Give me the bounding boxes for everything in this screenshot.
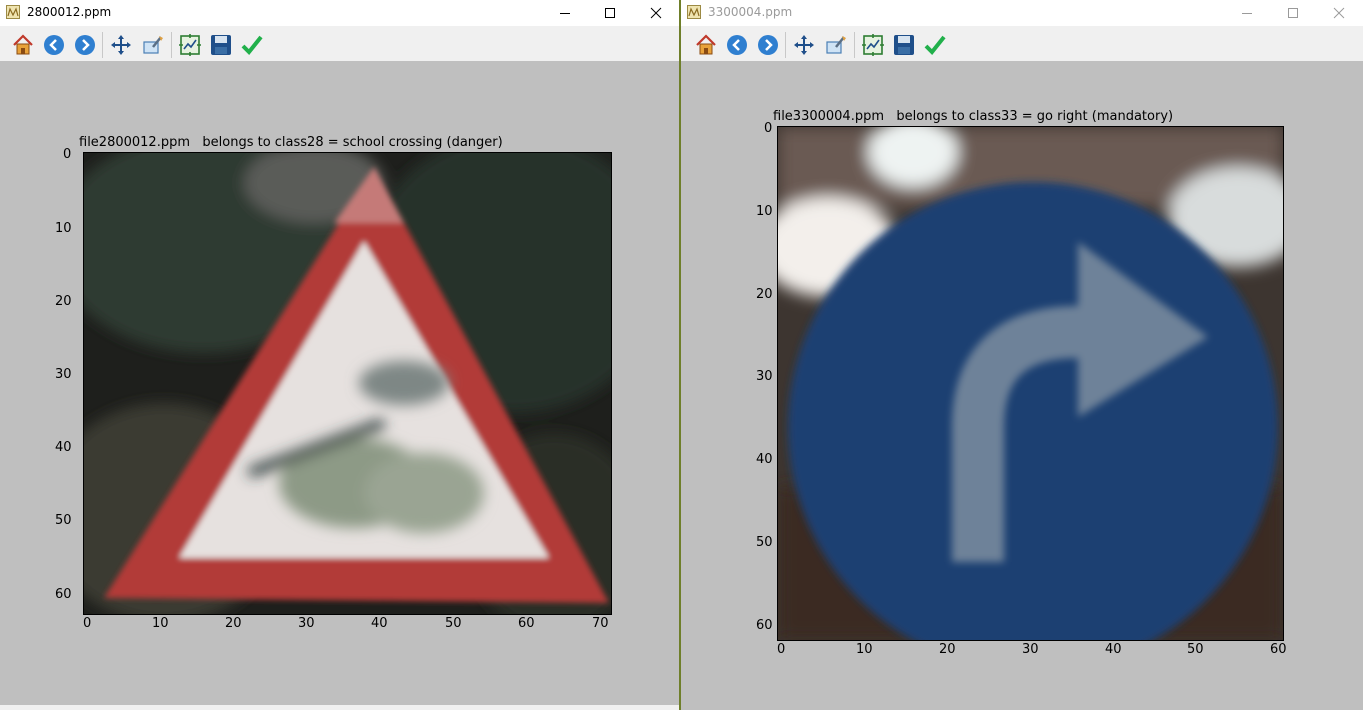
save-icon xyxy=(894,35,914,55)
maximize-button[interactable] xyxy=(587,0,633,26)
minimize-button[interactable] xyxy=(1224,0,1270,26)
close-icon xyxy=(1333,7,1345,19)
toolbar-separator xyxy=(171,32,172,58)
maximize-icon xyxy=(605,8,615,18)
x-tick-label: 60 xyxy=(1270,642,1287,657)
y-tick-label: 20 xyxy=(55,294,72,309)
plot-title: file2800012.ppm belongs to class28 = sch… xyxy=(79,135,503,150)
close-icon xyxy=(650,7,662,19)
x-tick-label: 20 xyxy=(225,616,242,631)
zoom-button[interactable] xyxy=(824,33,848,57)
x-tick-label: 0 xyxy=(83,616,92,631)
close-button[interactable] xyxy=(633,0,679,26)
image-axes[interactable] xyxy=(777,126,1284,641)
zoom-icon xyxy=(826,36,846,54)
x-tick-label: 60 xyxy=(518,616,535,631)
home-button[interactable] xyxy=(11,33,35,57)
toolbar-separator xyxy=(785,32,786,58)
home-icon xyxy=(696,34,716,55)
close-button[interactable] xyxy=(1316,0,1362,26)
x-tick-label: 50 xyxy=(1187,642,1204,657)
maximize-icon xyxy=(1288,8,1298,18)
pan-button[interactable] xyxy=(109,33,133,57)
y-tick-label: 10 xyxy=(756,204,773,219)
forward-arrow-icon xyxy=(75,35,95,55)
maximize-button[interactable] xyxy=(1270,0,1316,26)
y-tick-label: 30 xyxy=(55,367,72,382)
y-tick-label: 0 xyxy=(63,147,72,162)
check-button[interactable] xyxy=(240,33,264,57)
x-tick-label: 10 xyxy=(152,616,169,631)
figure-canvas[interactable]: file2800012.ppm belongs to class28 = sch… xyxy=(0,61,679,710)
check-icon xyxy=(924,35,946,55)
y-tick-label: 60 xyxy=(756,618,773,633)
x-tick-label: 0 xyxy=(777,642,786,657)
home-button[interactable] xyxy=(694,33,718,57)
toolbar-separator xyxy=(102,32,103,58)
navigation-toolbar xyxy=(681,26,1363,61)
y-tick-label: 50 xyxy=(55,513,72,528)
pan-icon xyxy=(111,35,131,55)
y-tick-label: 50 xyxy=(756,535,773,550)
forward-button[interactable] xyxy=(756,33,780,57)
subplots-icon xyxy=(862,34,884,56)
back-arrow-icon xyxy=(727,35,747,55)
window-title: 2800012.ppm xyxy=(27,5,112,19)
x-tick-label: 30 xyxy=(298,616,315,631)
back-button[interactable] xyxy=(42,33,66,57)
x-tick-label: 70 xyxy=(592,616,609,631)
plot-title: file3300004.ppm belongs to class33 = go … xyxy=(773,109,1174,124)
save-icon xyxy=(211,35,231,55)
y-tick-label: 40 xyxy=(55,440,72,455)
y-tick-label: 20 xyxy=(756,287,773,302)
image-axes[interactable] xyxy=(83,152,612,615)
pan-icon xyxy=(794,35,814,55)
traffic-sign-image xyxy=(778,127,1283,640)
forward-arrow-icon xyxy=(758,35,778,55)
check-button[interactable] xyxy=(923,33,947,57)
figure-canvas[interactable]: file3300004.ppm belongs to class33 = go … xyxy=(681,61,1363,710)
save-button[interactable] xyxy=(892,33,916,57)
y-tick-label: 60 xyxy=(55,587,72,602)
x-tick-label: 10 xyxy=(856,642,873,657)
home-icon xyxy=(13,34,33,55)
x-tick-label: 20 xyxy=(939,642,956,657)
y-tick-label: 40 xyxy=(756,452,773,467)
traffic-sign-image xyxy=(84,153,611,614)
zoom-button[interactable] xyxy=(141,33,165,57)
y-tick-label: 10 xyxy=(55,221,72,236)
figure-window-1: 2800012.ppm file2800012.ppm belongs to c… xyxy=(0,0,679,710)
title-bar[interactable]: 2800012.ppm xyxy=(0,0,679,26)
x-tick-label: 30 xyxy=(1022,642,1039,657)
pan-button[interactable] xyxy=(792,33,816,57)
figure-window-2: 3300004.ppm file3300004.ppm belongs to c… xyxy=(681,0,1363,710)
x-tick-label: 50 xyxy=(445,616,462,631)
navigation-toolbar xyxy=(0,26,679,61)
toolbar-separator xyxy=(854,32,855,58)
title-bar[interactable]: 3300004.ppm xyxy=(681,0,1363,26)
minimize-button[interactable] xyxy=(542,0,588,26)
app-icon xyxy=(687,5,701,19)
back-arrow-icon xyxy=(44,35,64,55)
check-icon xyxy=(241,35,263,55)
subplots-icon xyxy=(179,34,201,56)
save-button[interactable] xyxy=(209,33,233,57)
subplots-button[interactable] xyxy=(861,33,885,57)
y-tick-label: 0 xyxy=(764,121,773,136)
x-tick-label: 40 xyxy=(371,616,388,631)
back-button[interactable] xyxy=(725,33,749,57)
app-icon xyxy=(6,5,20,19)
minimize-icon xyxy=(560,13,570,14)
zoom-icon xyxy=(143,36,163,54)
minimize-icon xyxy=(1242,13,1252,14)
y-tick-label: 30 xyxy=(756,369,773,384)
x-tick-label: 40 xyxy=(1105,642,1122,657)
forward-button[interactable] xyxy=(73,33,97,57)
status-bar xyxy=(0,705,679,710)
window-title: 3300004.ppm xyxy=(708,5,793,19)
subplots-button[interactable] xyxy=(178,33,202,57)
